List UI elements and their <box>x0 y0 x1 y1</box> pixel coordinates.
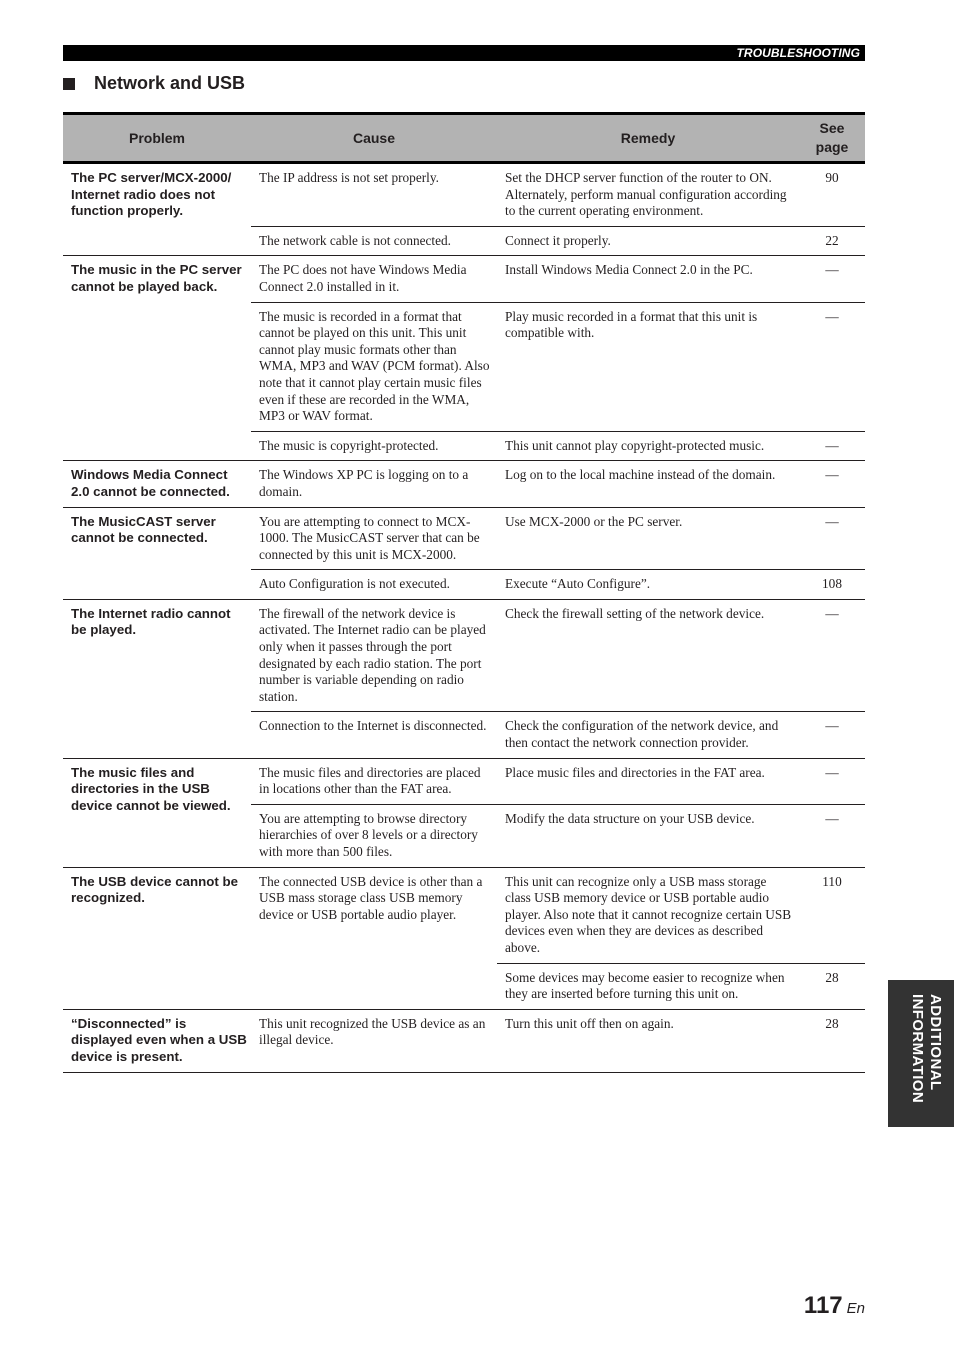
see-label: See <box>819 120 845 136</box>
table-row: The MusicCAST server cannot be connected… <box>63 507 865 600</box>
remedy-cell: Execute “Auto Configure”. <box>497 569 799 600</box>
cause-cell: You are attempting to connect to MCX-100… <box>251 507 497 571</box>
page-cell: — <box>799 758 865 805</box>
problem-cell: The MusicCAST server cannot be connected… <box>63 507 251 600</box>
page-cell: — <box>799 711 865 759</box>
remedy-cell: Modify the data structure on your USB de… <box>497 804 799 868</box>
remedy-cell: Turn this unit off then on again. <box>497 1009 799 1073</box>
remedy-cell: Set the DHCP server function of the rout… <box>497 162 799 227</box>
page-cell: 22 <box>799 226 865 257</box>
column-header-see-page: See page <box>799 112 865 164</box>
table-row: The USB device cannot be recognized. The… <box>63 867 865 1010</box>
cause-cell: This unit recognized the USB device as a… <box>251 1009 497 1073</box>
troubleshooting-table: Problem Cause Remedy See page The PC serv… <box>63 112 865 1073</box>
page-cell: — <box>799 460 865 508</box>
page-cell: 90 <box>799 162 865 227</box>
column-header-problem: Problem <box>63 112 251 164</box>
section-title: Network and USB <box>94 73 246 93</box>
table-header-row: Problem Cause Remedy See page <box>63 112 865 164</box>
section-label: TROUBLESHOOTING <box>736 46 860 60</box>
remedy-cell: Place music files and directories in the… <box>497 758 799 805</box>
side-tab-line2: INFORMATION <box>909 994 926 1104</box>
cause-cell: The IP address is not set properly. <box>251 162 497 227</box>
remedy-cell: Connect it properly. <box>497 226 799 257</box>
cause-cell: The firewall of the network device is ac… <box>251 599 497 713</box>
page-cell: — <box>799 804 865 868</box>
remedy-cell: Play music recorded in a format that thi… <box>497 302 799 432</box>
table-row: “Disconnected” is displayed even when a … <box>63 1009 865 1073</box>
page-number-value: 117 <box>803 1292 843 1319</box>
problem-cell: The music in the PC server cannot be pla… <box>63 255 251 462</box>
page-cell: 28 <box>799 1009 865 1073</box>
cause-cell: The music files and directories are plac… <box>251 758 497 805</box>
cause-cell: Connection to the Internet is disconnect… <box>251 711 497 759</box>
page-cell: — <box>799 431 865 462</box>
cause-cell: The Windows XP PC is logging on to a dom… <box>251 460 497 508</box>
header-bar: TROUBLESHOOTING <box>63 45 865 61</box>
table-row: The Internet radio cannot be played. The… <box>63 599 865 759</box>
side-tab-label: ADDITIONAL INFORMATION <box>894 994 944 1114</box>
page-cell: 110 <box>799 867 865 964</box>
remedy-cell: Some devices may become easier to recogn… <box>497 963 799 1010</box>
page-cell: 108 <box>799 569 865 600</box>
problem-cell: “Disconnected” is displayed even when a … <box>63 1009 251 1073</box>
remedy-cell: Log on to the local machine instead of t… <box>497 460 799 508</box>
column-header-remedy: Remedy <box>497 112 799 164</box>
column-header-cause: Cause <box>251 112 497 164</box>
cause-cell: The music is recorded in a format that c… <box>251 302 497 432</box>
problem-cell: The USB device cannot be recognized. <box>63 867 251 1010</box>
problem-cell: The music files and directories in the U… <box>63 758 251 868</box>
page-cell: — <box>799 255 865 303</box>
table-row: The music files and directories in the U… <box>63 758 865 868</box>
page-cell: 28 <box>799 963 865 1010</box>
remedy-cell: Check the firewall setting of the networ… <box>497 599 799 713</box>
side-tab-additional-information: ADDITIONAL INFORMATION <box>888 980 954 1127</box>
problem-cell: Windows Media Connect 2.0 cannot be conn… <box>63 460 251 508</box>
cause-cell: The PC does not have Windows Media Conne… <box>251 255 497 303</box>
page-label: page <box>815 139 849 155</box>
side-tab-line1: ADDITIONAL <box>927 994 944 1091</box>
cause-cell: The network cable is not connected. <box>251 226 497 257</box>
problem-cell: The Internet radio cannot be played. <box>63 599 251 759</box>
cause-cell: Auto Configuration is not executed. <box>251 569 497 600</box>
remedy-cell: Check the configuration of the network d… <box>497 711 799 759</box>
page-language: En <box>846 1300 865 1317</box>
square-bullet-icon <box>63 77 75 90</box>
page-number: 117 En <box>804 1292 865 1320</box>
remedy-cell: This unit cannot play copyright-protecte… <box>497 431 799 462</box>
remedy-cell: This unit can recognize only a USB mass … <box>497 867 799 964</box>
table-row: Windows Media Connect 2.0 cannot be conn… <box>63 460 865 508</box>
page-cell: — <box>799 302 865 432</box>
remedy-cell: Install Windows Media Connect 2.0 in the… <box>497 255 799 303</box>
page-cell: — <box>799 599 865 713</box>
remedy-cell: Use MCX-2000 or the PC server. <box>497 507 799 571</box>
problem-cell: The PC server/MCX-2000/ Internet radio d… <box>63 162 251 257</box>
cause-cell: The connected USB device is other than a… <box>251 867 497 1010</box>
table-row: The PC server/MCX-2000/ Internet radio d… <box>63 162 865 257</box>
section-heading: Network and USB <box>63 73 245 94</box>
cause-cell: The music is copyright-protected. <box>251 431 497 462</box>
table-row: The music in the PC server cannot be pla… <box>63 255 865 462</box>
page-cell: — <box>799 507 865 571</box>
cause-cell: You are attempting to browse directory h… <box>251 804 497 868</box>
